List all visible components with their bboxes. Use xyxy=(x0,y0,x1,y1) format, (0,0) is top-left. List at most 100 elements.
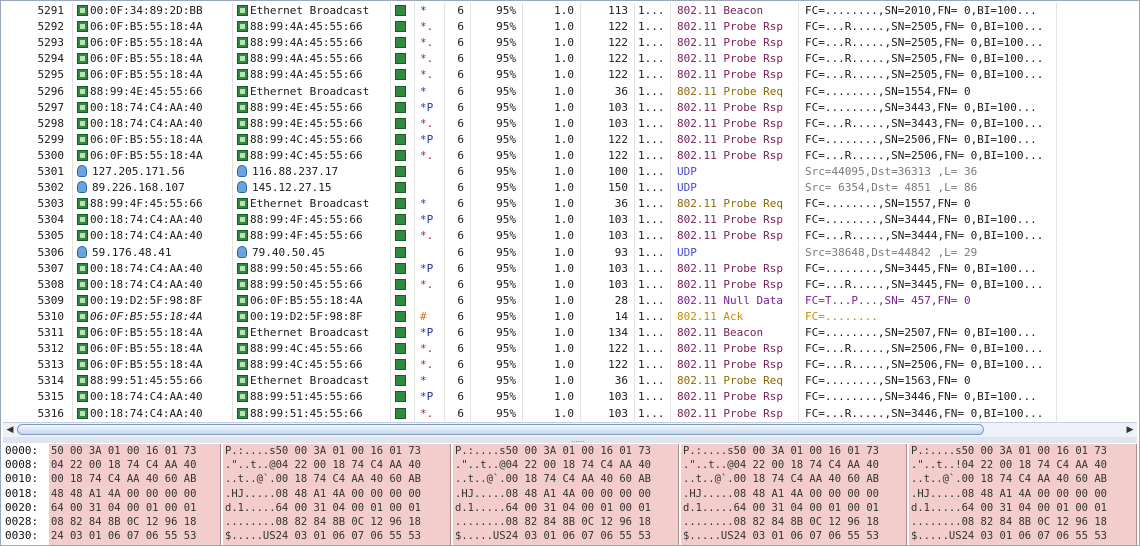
packet-row[interactable]: 5310 06:0F:B5:55:18:4A 00:19:D2:5F:98:8F #6… xyxy=(3,308,1057,325)
source-address-text: 06:0F:B5:55:18:4A xyxy=(90,20,203,34)
packet-row[interactable]: 5301 127.205.171.56 116.88.237.17 6 95% 1.0 10… xyxy=(3,164,1057,180)
packet-list[interactable]: 5291 00:0F:34:89:2D:BB Ethernet Broadcast *… xyxy=(3,3,1137,421)
packet-row[interactable]: 5306 59.176.48.41 79.40.50.45 6 95% 1.0 93 1...… xyxy=(3,244,1057,261)
packet-number: 5301 xyxy=(3,164,73,180)
adapter-column xyxy=(391,19,415,36)
hex-offset: 0010: xyxy=(5,472,39,486)
source-address-text: 06:0F:B5:55:18:4A xyxy=(90,36,203,50)
packet-row[interactable]: 5296 88:99:4E:45:55:66 Ethernet Broadcast *… xyxy=(3,83,1057,100)
packet-row[interactable]: 5311 06:0F:B5:55:18:4A Ethernet Broadcast *… xyxy=(3,325,1057,341)
protocol: 802.11 Probe Req xyxy=(671,196,799,213)
packet-row[interactable]: 5293 06:0F:B5:55:18:4A 88:99:4A:45:55:66 *.… xyxy=(3,35,1057,52)
source-address-text: 59.176.48.41 xyxy=(92,245,172,259)
truncated-column: 1... xyxy=(635,228,671,245)
hex-line: 00 18 74 C4 AA 40 60 AB xyxy=(51,473,197,486)
hex-line: ........08 82 84 8B 0C 12 96 18 xyxy=(455,516,651,528)
hex-column[interactable]: P.:....s50 00 3A 01 00 16 01 73 ."..t..@0… xyxy=(681,444,907,545)
packet-row[interactable]: 5291 00:0F:34:89:2D:BB Ethernet Broadcast *… xyxy=(3,3,1057,19)
packet-row[interactable]: 5308 00:18:74:C4:AA:40 88:99:50:45:55:66 *.… xyxy=(3,276,1057,293)
packet-summary: FC=........,SN=3443,FN= 0,BI=100... xyxy=(799,99,1057,116)
packet-row[interactable]: 5315 00:18:74:C4:AA:40 88:99:51:45:55:66 *P… xyxy=(3,389,1057,406)
hex-column[interactable]: 50 00 3A 01 00 16 01 73 04 22 00 18 74 C4… xyxy=(49,444,221,545)
hex-column[interactable]: P.:....s50 00 3A 01 00 16 01 73 ."..t..@0… xyxy=(453,444,679,545)
packet-row[interactable]: 5295 06:0F:B5:55:18:4A 88:99:4A:45:55:66 *.… xyxy=(3,67,1057,84)
adapter-icon xyxy=(395,85,406,97)
hex-line: d.1.....64 00 31 04 00 01 00 01 xyxy=(683,501,879,514)
source-address: 06:0F:B5:55:18:4A xyxy=(73,35,233,52)
hex-column[interactable]: P.:....s50 00 3A 01 00 16 01 73 ."..t..!0… xyxy=(909,444,1137,545)
packet-flags: *. xyxy=(415,67,445,84)
packet-size: 103 xyxy=(581,389,635,406)
data-rate: 1.0 xyxy=(523,244,581,261)
packet-row[interactable]: 5313 06:0F:B5:55:18:4A 88:99:4C:45:55:66 *.… xyxy=(3,357,1057,374)
protocol: 802.11 Probe Rsp xyxy=(671,260,799,277)
protocol: 802.11 Probe Rsp xyxy=(671,212,799,229)
pane-splitter[interactable]: ...... xyxy=(3,437,1137,444)
packet-row[interactable]: 5309 00:19:D2:5F:98:8F 06:0F:B5:55:18:4A 6 9… xyxy=(3,292,1057,309)
network-adapter-icon xyxy=(237,310,248,322)
network-adapter-icon xyxy=(237,391,248,403)
source-address: 06:0F:B5:55:18:4A xyxy=(73,67,233,84)
packet-size: 134 xyxy=(581,325,635,341)
packet-row[interactable]: 5314 88:99:51:45:55:66 Ethernet Broadcast *… xyxy=(3,373,1057,390)
protocol: 802.11 Beacon xyxy=(671,325,799,341)
adapter-icon xyxy=(395,246,406,258)
data-rate: 1.0 xyxy=(523,51,581,68)
packet-size: 150 xyxy=(581,180,635,197)
packet-number: 5296 xyxy=(3,83,73,100)
packet-row[interactable]: 5316 00:18:74:C4:AA:40 88:99:51:45:55:66 *.… xyxy=(3,405,1057,421)
packet-number: 5291 xyxy=(3,3,73,19)
hex-dump-pane[interactable]: 0000: 0008: 0010: 0018: 0020: 0028: 0030: 50 00… xyxy=(3,444,1137,545)
signal-strength: 95% xyxy=(471,131,523,148)
packet-row[interactable]: 5298 00:18:74:C4:AA:40 88:99:4E:45:55:66 *.… xyxy=(3,115,1057,132)
packet-row[interactable]: 5312 06:0F:B5:55:18:4A 88:99:4C:45:55:66 *.… xyxy=(3,341,1057,358)
destination-address-text: 88:99:4C:45:55:66 xyxy=(250,148,363,162)
packet-row[interactable]: 5307 00:18:74:C4:AA:40 88:99:50:45:55:66 *P… xyxy=(3,260,1057,277)
packet-number: 5303 xyxy=(3,196,73,213)
network-adapter-icon xyxy=(237,149,248,161)
truncated-column: 1... xyxy=(635,3,671,19)
channel: 6 xyxy=(445,405,471,421)
packet-row[interactable]: 5300 06:0F:B5:55:18:4A 88:99:4C:45:55:66 *.… xyxy=(3,147,1057,164)
source-address: 00:18:74:C4:AA:40 xyxy=(73,99,233,116)
packet-row[interactable]: 5292 06:0F:B5:55:18:4A 88:99:4A:45:55:66 *.… xyxy=(3,19,1057,36)
packet-number: 5309 xyxy=(3,292,73,309)
destination-address: Ethernet Broadcast xyxy=(233,196,391,213)
destination-address: 145.12.27.15 xyxy=(233,180,391,197)
adapter-column xyxy=(391,341,415,358)
packet-summary: Src=38648,Dst=44842 ,L= 29 xyxy=(799,244,1057,261)
packet-flags: *. xyxy=(415,405,445,421)
scroll-left-arrow-icon[interactable]: ◀ xyxy=(4,424,16,436)
data-rate: 1.0 xyxy=(523,357,581,374)
adapter-icon xyxy=(395,198,406,210)
packet-summary: FC=T...P...,SN= 457,FN= 0 xyxy=(799,292,1057,309)
scrollbar-thumb[interactable] xyxy=(17,424,984,435)
truncated-column: 1... xyxy=(635,147,671,164)
network-adapter-icon xyxy=(237,278,248,290)
truncated-column: 1... xyxy=(635,19,671,36)
network-adapter-icon xyxy=(77,343,88,355)
network-adapter-icon xyxy=(77,278,88,290)
packet-number: 5315 xyxy=(3,389,73,406)
hex-line: $.....US24 03 01 06 07 06 55 53 xyxy=(911,530,1107,543)
packet-row[interactable]: 5299 06:0F:B5:55:18:4A 88:99:4C:45:55:66 *P… xyxy=(3,131,1057,148)
channel: 6 xyxy=(445,389,471,406)
truncated-column: 1... xyxy=(635,196,671,213)
adapter-icon xyxy=(395,310,406,322)
horizontal-scrollbar[interactable]: ◀ ▶ xyxy=(3,422,1137,438)
truncated-column: 1... xyxy=(635,405,671,421)
packet-row[interactable]: 5302 89.226.168.107 145.12.27.15 6 95% 1.0 150… xyxy=(3,180,1057,197)
adapter-icon xyxy=(395,101,406,113)
packet-row[interactable]: 5294 06:0F:B5:55:18:4A 88:99:4A:45:55:66 *.… xyxy=(3,51,1057,68)
adapter-icon xyxy=(395,278,406,290)
signal-strength: 95% xyxy=(471,212,523,229)
scroll-right-arrow-icon[interactable]: ▶ xyxy=(1124,424,1136,436)
packet-row[interactable]: 5304 00:18:74:C4:AA:40 88:99:4F:45:55:66 *P… xyxy=(3,212,1057,229)
data-rate: 1.0 xyxy=(523,3,581,19)
network-adapter-icon xyxy=(77,101,88,113)
packet-row[interactable]: 5303 88:99:4F:45:55:66 Ethernet Broadcast *… xyxy=(3,196,1057,213)
hex-column[interactable]: P.:....s50 00 3A 01 00 16 01 73 ."..t..@0… xyxy=(223,444,451,545)
hex-offset: 0018: xyxy=(5,486,39,500)
packet-row[interactable]: 5297 00:18:74:C4:AA:40 88:99:4E:45:55:66 *P… xyxy=(3,99,1057,116)
packet-row[interactable]: 5305 00:18:74:C4:AA:40 88:99:4F:45:55:66 *.… xyxy=(3,228,1057,245)
